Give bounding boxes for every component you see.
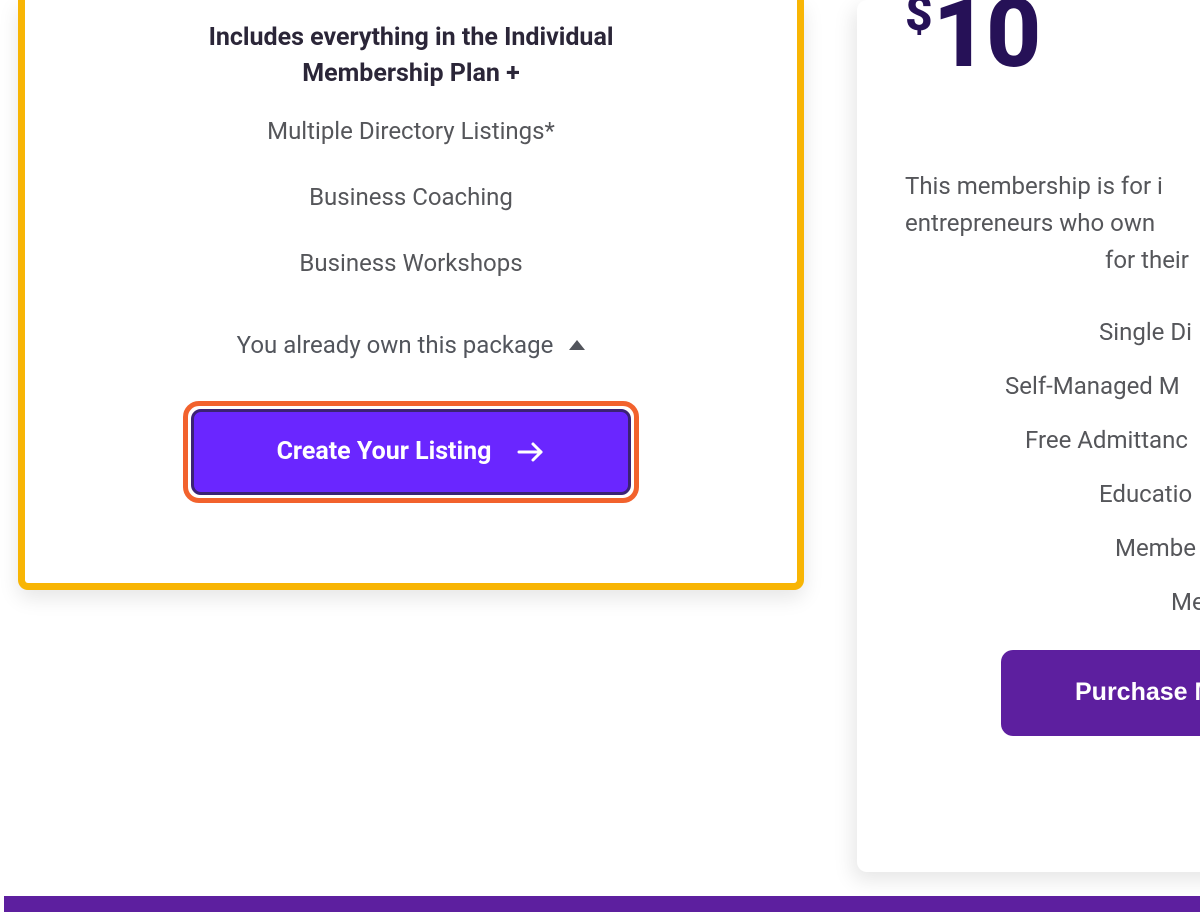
desc-line: This membership is for i <box>905 168 1200 205</box>
purchase-membership-button[interactable]: Purchase M <box>1001 650 1200 736</box>
individual-plan-card: $10 A This membership is for i entrepren… <box>857 0 1200 872</box>
desc-line: entrepreneurs who own <box>905 205 1200 242</box>
feature-item: Single Di <box>905 318 1200 346</box>
price-amount: 10 <box>933 0 1040 90</box>
purchase-label: Purchase M <box>1075 678 1200 707</box>
business-plan-card: Includes everything in the Individual Me… <box>18 0 804 590</box>
price-subhead: A <box>905 100 1200 124</box>
desc-line: for their <box>905 242 1200 279</box>
create-listing-label: Create Your Listing <box>277 437 492 466</box>
feature-item: Educatio <box>905 480 1200 508</box>
feature-item: Me <box>905 588 1200 616</box>
own-package-toggle[interactable]: You already own this package <box>237 331 586 359</box>
own-package-label: You already own this package <box>237 331 554 359</box>
feature-item: Free Admittanc <box>905 426 1200 454</box>
feature-item: Business Coaching <box>25 183 797 211</box>
footer-bar <box>4 896 1200 912</box>
feature-item: Self-Managed M <box>905 372 1200 400</box>
plan-feature-list: Single Di Self-Managed M Free Admittanc … <box>905 318 1200 616</box>
price: $10 <box>905 0 1200 82</box>
feature-item: Membe <box>905 534 1200 562</box>
arrow-right-icon <box>517 441 545 463</box>
chevron-up-icon <box>569 340 585 350</box>
includes-heading: Includes everything in the Individual Me… <box>161 20 661 93</box>
cta-highlight-frame: Create Your Listing <box>183 401 639 503</box>
create-listing-button[interactable]: Create Your Listing <box>191 409 631 495</box>
plan-description: This membership is for i entrepreneurs w… <box>905 168 1200 280</box>
feature-item: Business Workshops <box>25 249 797 277</box>
price-currency: $ <box>905 0 933 42</box>
feature-item: Multiple Directory Listings* <box>25 117 797 145</box>
